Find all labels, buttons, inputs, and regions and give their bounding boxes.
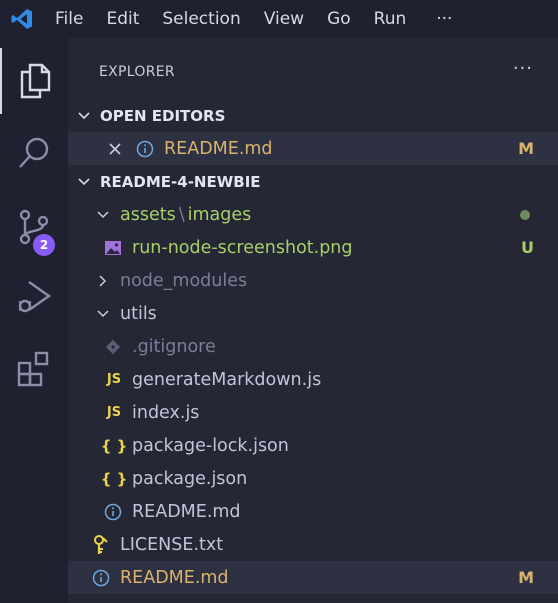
extensions-activity-button[interactable] — [0, 336, 68, 402]
tree-file-screenshot[interactable]: run-node-screenshot.png U — [68, 231, 558, 264]
git-file-icon — [104, 338, 122, 356]
json-file-icon: { } — [100, 469, 128, 488]
run-debug-activity-button[interactable] — [0, 264, 68, 330]
extensions-icon — [17, 351, 49, 387]
tree-folder-node-modules[interactable]: node_modules — [68, 264, 558, 297]
folder-name-images: images — [187, 204, 252, 225]
explorer-more-actions[interactable]: ··· — [513, 58, 533, 79]
project-header[interactable]: README-4-NEWBIE — [68, 165, 558, 198]
project-name: README-4-NEWBIE — [100, 172, 261, 191]
menu-run[interactable]: Run — [363, 0, 419, 38]
menu-go[interactable]: Go — [316, 0, 363, 38]
file-name: README.md — [132, 501, 241, 522]
file-name: README.md — [164, 138, 273, 159]
file-name: generateMarkdown.js — [132, 369, 322, 390]
json-file-icon: { } — [100, 436, 128, 455]
file-name: package-lock.json — [132, 435, 289, 456]
chevron-down-icon — [76, 108, 92, 124]
explorer-title: EXPLORER — [99, 64, 175, 80]
tree-file-gitignore[interactable]: .gitignore — [68, 330, 558, 363]
tree-file-root-readme[interactable]: README.md M — [68, 561, 558, 594]
search-activity-button[interactable] — [0, 120, 68, 186]
tree-file-utils-readme[interactable]: README.md — [68, 495, 558, 528]
info-icon — [104, 503, 122, 521]
folder-name: node_modules — [120, 270, 248, 291]
file-name: LICENSE.txt — [120, 534, 224, 555]
tree-folder-utils[interactable]: utils — [68, 297, 558, 330]
title-bar: File Edit Selection View Go Run ··· — [0, 0, 558, 38]
tree-file-license[interactable]: LICENSE.txt — [68, 528, 558, 561]
chevron-down-icon — [76, 174, 92, 190]
open-editors-header[interactable]: OPEN EDITORS — [68, 99, 558, 132]
menu-file[interactable]: File — [44, 0, 95, 38]
license-key-icon — [92, 534, 110, 555]
open-editor-readme[interactable]: README.md M — [68, 132, 558, 165]
tree-file-generate-markdown[interactable]: JS generateMarkdown.js — [68, 363, 558, 396]
menu-more[interactable]: ··· — [418, 0, 464, 38]
git-status-badge: U — [521, 238, 534, 257]
menu-selection[interactable]: Selection — [151, 0, 252, 38]
git-status-badge: M — [518, 139, 534, 158]
menu-edit[interactable]: Edit — [95, 0, 151, 38]
run-debug-icon — [18, 281, 52, 313]
javascript-file-icon: JS — [106, 372, 122, 387]
tree-file-index-js[interactable]: JS index.js — [68, 396, 558, 429]
source-control-activity-button[interactable]: 2 — [0, 194, 68, 260]
explorer-activity-button[interactable] — [0, 48, 68, 114]
chevron-down-icon — [95, 207, 111, 223]
activity-bar: 2 — [0, 38, 68, 603]
javascript-file-icon: JS — [106, 405, 122, 420]
tree-folder-assets-images[interactable]: assets \ images — [68, 198, 558, 231]
folder-name-assets: assets — [120, 204, 176, 225]
chevron-right-icon — [95, 273, 111, 289]
files-icon — [20, 63, 51, 99]
tree-file-package-json[interactable]: { } package.json — [68, 462, 558, 495]
folder-name: utils — [120, 303, 157, 324]
menu-view[interactable]: View — [253, 0, 316, 38]
open-editors-label: OPEN EDITORS — [100, 106, 226, 125]
explorer-sidebar: EXPLORER ··· OPEN EDITORS README.md M RE… — [68, 38, 558, 603]
scm-badge: 2 — [33, 234, 55, 256]
path-separator: \ — [178, 204, 185, 225]
file-name: package.json — [132, 468, 248, 489]
file-name: run-node-screenshot.png — [132, 237, 353, 258]
image-file-icon — [104, 239, 122, 257]
git-status-badge: M — [518, 568, 534, 587]
chevron-down-icon — [95, 306, 111, 322]
tree-file-package-lock[interactable]: { } package-lock.json — [68, 429, 558, 462]
close-icon[interactable] — [108, 142, 124, 156]
vscode-logo-icon — [0, 0, 44, 38]
info-icon — [92, 569, 110, 587]
file-name: index.js — [132, 402, 200, 423]
file-name: README.md — [120, 567, 229, 588]
search-icon — [19, 137, 49, 168]
file-name: .gitignore — [132, 336, 216, 357]
modified-dot-icon — [520, 209, 530, 220]
info-icon — [136, 140, 154, 158]
